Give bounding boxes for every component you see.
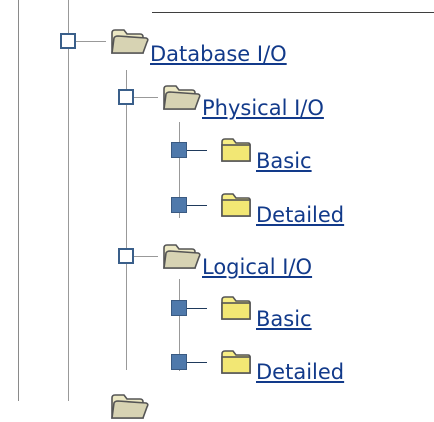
tree-link-logical-io[interactable]: Logical I/O: [202, 255, 312, 279]
tree-level0-line: [68, 0, 69, 401]
tree-level1-line: [126, 70, 127, 370]
tree-link-detailed[interactable]: Detailed: [256, 203, 344, 227]
top-border-line: [152, 12, 434, 13]
tree-link-basic[interactable]: Basic: [256, 307, 312, 331]
expand-toggle[interactable]: [118, 248, 134, 264]
tree-link-basic[interactable]: Basic: [256, 149, 312, 173]
expand-toggle[interactable]: [60, 33, 76, 49]
tree-outer-border-line: [18, 0, 19, 401]
folder-open-icon: [109, 392, 149, 422]
folder-open-icon: [161, 242, 201, 272]
folder-open-icon: [161, 83, 201, 113]
leaf-toggle[interactable]: [171, 354, 187, 370]
folder-icon: [219, 347, 253, 377]
leaf-toggle[interactable]: [171, 142, 187, 158]
tree-link-database-io[interactable]: Database I/O: [150, 42, 287, 66]
folder-icon: [219, 190, 253, 220]
expand-toggle[interactable]: [118, 89, 134, 105]
folder-icon: [219, 135, 253, 165]
leaf-toggle[interactable]: [171, 197, 187, 213]
folder-icon: [219, 293, 253, 323]
leaf-toggle[interactable]: [171, 300, 187, 316]
folder-open-icon: [109, 27, 149, 57]
tree-link-physical-io[interactable]: Physical I/O: [202, 96, 324, 120]
tree-link-detailed[interactable]: Detailed: [256, 360, 344, 384]
